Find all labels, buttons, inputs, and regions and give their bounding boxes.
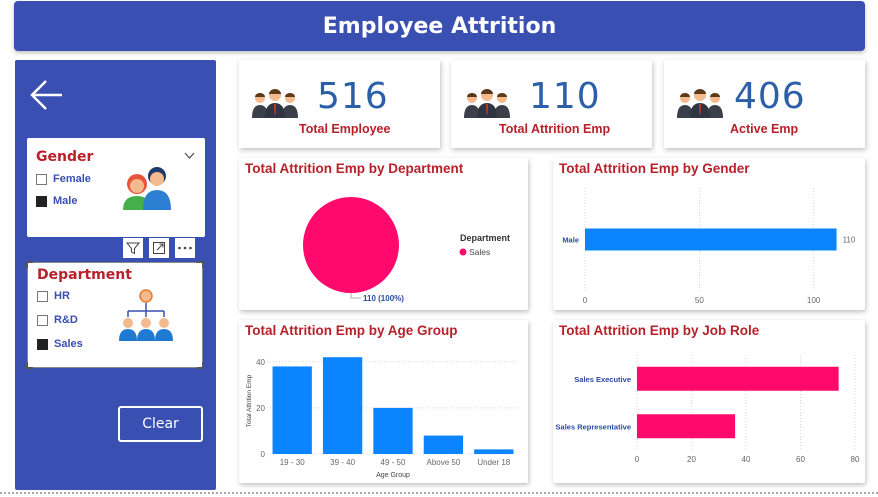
pie-label-leader: [350, 293, 361, 299]
legend-marker-sales: [459, 248, 467, 256]
category-label: Sales Executive: [574, 375, 631, 384]
category-label: Under 18: [477, 458, 510, 467]
category-label: Male: [562, 236, 579, 245]
resize-handle[interactable]: [26, 362, 33, 369]
x-axis-title: Age Group: [376, 472, 410, 479]
sales-checkbox[interactable]: [37, 338, 48, 350]
pie-data-label: 110 (100%): [363, 294, 404, 303]
y-tick-label: 0: [261, 450, 266, 459]
bar-1: [637, 414, 736, 439]
focus-mode-icon[interactable]: [149, 238, 169, 258]
bar-4: [474, 449, 514, 454]
x-tick-label: 80: [851, 455, 860, 464]
department-slicer: Department HR R&D Sales: [26, 261, 204, 369]
resize-handle[interactable]: [26, 261, 33, 268]
jobrole-chart-card: Total Attrition Emp by Job Role 0 20 40 60 8…: [553, 320, 865, 483]
category-label: Sales Representative: [556, 422, 631, 431]
female-label: Female: [53, 173, 91, 185]
y-tick-label: 20: [256, 404, 265, 413]
dashboard-page: Employee Attrition Gender Female Male De…: [0, 0, 878, 497]
male-checkbox[interactable]: [36, 195, 47, 207]
hr-label: HR: [54, 290, 70, 302]
kpi-label-active-emp: Active Emp: [730, 122, 799, 136]
x-tick-label: 100: [807, 296, 821, 305]
bar-3: [423, 435, 464, 454]
clear-button[interactable]: Clear: [118, 406, 203, 442]
female-checkbox[interactable]: [36, 173, 47, 185]
age-chart-card: Total Attrition Emp by Age Group 0 20 40 19…: [239, 320, 528, 483]
y-axis-title: Total Attrition Emp: [246, 374, 253, 427]
hr-checkbox[interactable]: [37, 290, 48, 302]
rd-checkbox[interactable]: [37, 314, 48, 326]
category-label: 19 - 30: [280, 458, 305, 467]
age-group-bar-chart: 0 20 40 19 - 30 39 - 40 49 - 50 Above 50 Under …: [246, 357, 519, 479]
more-options-icon[interactable]: [175, 238, 195, 258]
gender-option-male[interactable]: Male: [36, 195, 77, 207]
x-tick-label: 20: [687, 455, 696, 464]
gender-option-female[interactable]: Female: [36, 173, 91, 185]
bar-1: [322, 357, 363, 454]
x-tick-label: 60: [796, 455, 805, 464]
department-option-rd[interactable]: R&D: [37, 314, 78, 326]
kpi-card-total-employee: 516 Total Employee: [239, 60, 440, 148]
y-tick-label: 40: [256, 358, 265, 367]
chevron-down-icon[interactable]: [184, 152, 195, 160]
kpi-card-total-attrition: 110 Total Attrition Emp: [451, 60, 652, 148]
department-option-hr[interactable]: HR: [37, 290, 70, 302]
department-slicer-title: Department: [37, 267, 132, 283]
kpi-value-active-emp: 406: [734, 76, 806, 117]
resize-handle[interactable]: [197, 261, 204, 268]
department-chart-card: Total Attrition Emp by Department 110 (1…: [239, 158, 528, 310]
kpi-value-total-employee: 516: [317, 76, 389, 117]
x-tick-label: 0: [583, 296, 588, 305]
department-pie-chart: 110 (100%) Department Sales: [303, 197, 510, 303]
x-tick-label: 40: [742, 455, 751, 464]
category-label: Above 50: [426, 458, 460, 467]
header-banner: Employee Attrition: [14, 1, 865, 51]
resize-handle[interactable]: [197, 362, 204, 369]
kpi-value-total-attrition: 110: [529, 76, 601, 117]
page-title: Employee Attrition: [322, 13, 557, 39]
team-hierarchy-icon: [119, 289, 173, 341]
job-role-bar-chart: 0 20 40 60 80 Sales Executive Sales Representa…: [556, 355, 860, 464]
bar-0: [585, 228, 837, 251]
pie-slice-sales: [303, 197, 399, 293]
gender-slicer: Gender Female Male: [27, 138, 205, 237]
category-label: 49 - 50: [381, 458, 406, 467]
legend-label-sales: Sales: [469, 247, 490, 257]
bar-2: [373, 407, 413, 454]
category-label: 39 - 40: [330, 458, 355, 467]
x-tick-label: 50: [695, 296, 704, 305]
bar-0: [272, 366, 312, 454]
sales-label: Sales: [54, 338, 83, 350]
slicer-toolbar: [123, 238, 195, 258]
gender-chart-card: Total Attrition Emp by Gender 0 50 100 Male…: [553, 158, 865, 310]
department-option-sales[interactable]: Sales: [37, 338, 83, 350]
kpi-label-total-attrition: Total Attrition Emp: [499, 122, 611, 136]
employees-group-icon: [252, 89, 298, 118]
couple-icon: [123, 167, 171, 210]
kpi-card-active-emp: 406 Active Emp: [664, 60, 865, 148]
legend-title: Department: [460, 233, 510, 243]
male-label: Male: [53, 195, 78, 207]
gender-slicer-title: Gender: [36, 149, 94, 165]
bar-data-label: 110: [843, 236, 856, 245]
kpi-label-total-employee: Total Employee: [299, 122, 391, 136]
page-bottom-border: [0, 492, 878, 494]
employees-group-icon: [677, 89, 723, 118]
filter-icon[interactable]: [123, 238, 143, 258]
gender-bar-chart: 0 50 100 Male 110: [562, 188, 856, 305]
bar-0: [637, 366, 839, 391]
employees-group-icon: [464, 89, 510, 118]
x-tick-label: 0: [635, 455, 640, 464]
rd-label: R&D: [54, 314, 78, 326]
back-arrow-icon[interactable]: [29, 78, 65, 112]
